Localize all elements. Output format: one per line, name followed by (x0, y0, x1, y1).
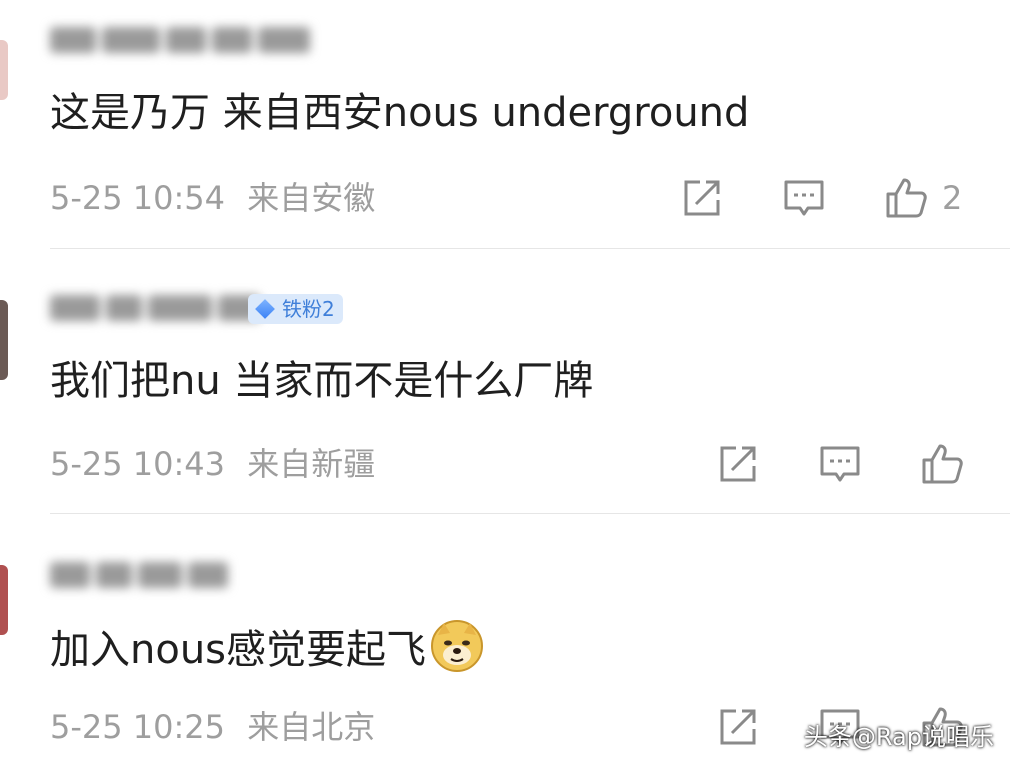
comment-time: 5-25 10:43 (50, 445, 226, 483)
username-blurred[interactable] (50, 557, 228, 593)
comment-icon[interactable] (818, 442, 862, 486)
comment-actions: 2 (680, 176, 962, 220)
divider (50, 513, 1010, 514)
comment-location: 来自安徽 (247, 179, 376, 217)
comment-meta: 5-25 10:25 来自北京 (50, 707, 375, 747)
divider (50, 248, 1010, 249)
comment-item: 铁粉2 我们把nu 当家而不是什么厂牌 5-25 10:43 来自新疆 (0, 250, 1010, 515)
comment-text: 加入nous感觉要起飞 (50, 619, 484, 675)
comment-location: 来自北京 (247, 708, 376, 746)
comment-meta: 5-25 10:54 来自安徽 (50, 178, 375, 218)
username-blurred[interactable] (50, 22, 310, 58)
doge-emoji-icon (431, 620, 484, 672)
comment-location: 来自新疆 (247, 445, 376, 483)
comment-text: 这是乃万 来自西安nous underground (50, 90, 750, 136)
comment-icon[interactable] (782, 176, 826, 220)
thumbs-up-icon[interactable] (920, 442, 964, 486)
comment-item: 这是乃万 来自西安nous underground 5-25 10:54 来自安… (0, 0, 1010, 250)
comment-meta: 5-25 10:43 来自新疆 (50, 444, 375, 484)
comment-time: 5-25 10:54 (50, 179, 226, 217)
share-icon[interactable] (716, 442, 760, 486)
fan-badge-label: 铁粉2 (282, 297, 335, 321)
watermark: 头条@Rap说唱乐 (803, 723, 994, 751)
comment-text-content: 加入nous感觉要起飞 (50, 627, 427, 673)
like-count: 2 (942, 179, 963, 217)
username-blurred[interactable] (50, 290, 260, 326)
comment-text: 我们把nu 当家而不是什么厂牌 (50, 358, 594, 404)
share-icon[interactable] (716, 705, 760, 749)
avatar[interactable] (0, 565, 8, 635)
thumbs-up-icon[interactable] (884, 176, 928, 220)
diamond-icon (255, 299, 275, 319)
avatar[interactable] (0, 300, 8, 380)
comment-time: 5-25 10:25 (50, 708, 226, 746)
comment-actions (716, 442, 964, 486)
fan-badge[interactable]: 铁粉2 (248, 294, 343, 324)
avatar[interactable] (0, 40, 8, 100)
share-icon[interactable] (680, 176, 724, 220)
